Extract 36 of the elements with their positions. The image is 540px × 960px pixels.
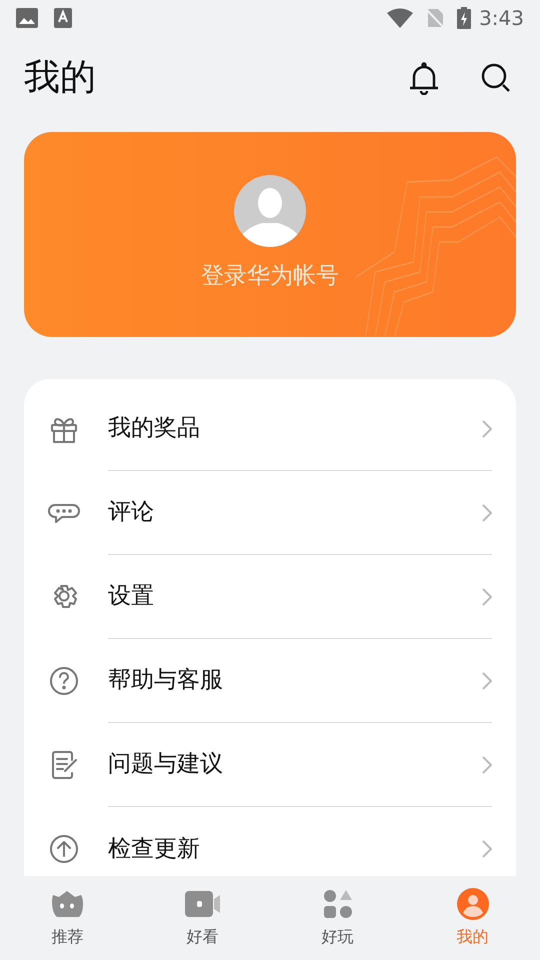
nav-tab[interactable]: 好看 xyxy=(135,887,270,949)
shapes-icon xyxy=(322,889,352,919)
video-camera-icon xyxy=(184,891,220,917)
menu-item[interactable]: 评论 xyxy=(24,471,516,555)
bell-icon xyxy=(408,61,440,95)
status-time: 3:43 xyxy=(479,5,524,32)
menu-label: 问题与建议 xyxy=(108,750,224,780)
chevron-right-icon xyxy=(482,840,492,858)
chevron-right-icon xyxy=(482,756,492,774)
wifi-icon xyxy=(387,8,414,28)
chevron-right-icon xyxy=(482,504,492,522)
image-icon xyxy=(16,8,38,28)
chevron-right-icon xyxy=(482,420,492,438)
no-sim-icon xyxy=(425,8,446,28)
page-title: 我的 xyxy=(24,56,97,100)
menu-label: 我的奖品 xyxy=(108,414,201,444)
menu-label: 设置 xyxy=(108,582,155,612)
help-icon xyxy=(48,665,80,697)
menu-item[interactable]: 设置 xyxy=(24,555,516,639)
chevron-right-icon xyxy=(482,672,492,690)
menu-item[interactable]: 帮助与客服 xyxy=(24,639,516,723)
menu-label: 检查更新 xyxy=(108,834,201,864)
search-icon xyxy=(480,62,512,94)
menu-label: 帮助与客服 xyxy=(108,666,224,696)
battery-charging-icon xyxy=(457,7,472,29)
user-avatar-icon xyxy=(456,888,488,920)
menu-item[interactable]: 检查更新 xyxy=(24,807,516,876)
menu-item[interactable]: 问题与建议 xyxy=(24,723,516,807)
chevron-right-icon xyxy=(482,588,492,606)
upload-icon xyxy=(48,833,80,865)
menu-label: 评论 xyxy=(108,498,155,528)
nav-tab[interactable]: 推荐 xyxy=(0,887,135,949)
nav-tab[interactable]: 好玩 xyxy=(270,887,405,949)
text-icon xyxy=(54,8,72,28)
cat-head-icon xyxy=(50,889,84,919)
menu-item[interactable]: 我的奖品 xyxy=(24,387,516,471)
